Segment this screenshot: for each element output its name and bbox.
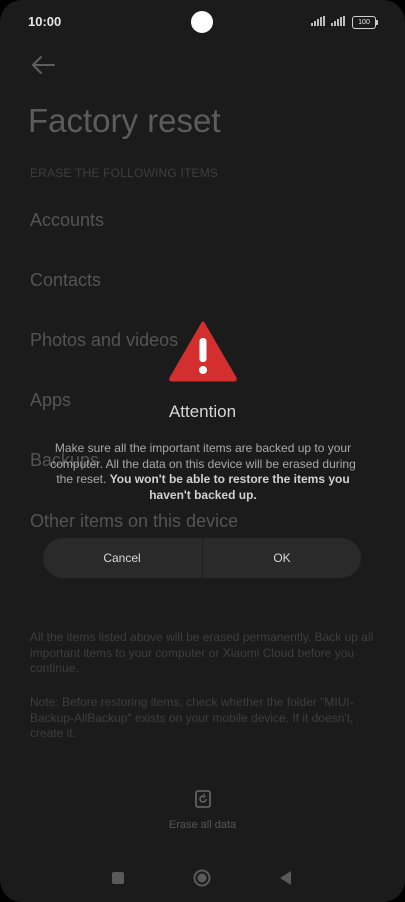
dialog-message-bold: You won't be able to restore the items y… (109, 472, 350, 502)
cancel-button[interactable]: Cancel (43, 538, 201, 578)
dialog-title: Attention (168, 402, 237, 421)
dialog-message: Make sure all the important items are ba… (44, 441, 362, 503)
ok-button[interactable]: OK (203, 538, 361, 578)
phone-screen: 10:00 100 Factory reset ERASE THE FOLLOW… (0, 0, 405, 902)
dialog-buttons: Cancel OK (43, 538, 361, 578)
attention-dialog: Attention Make sure all the important it… (0, 0, 405, 902)
warning-triangle-icon (169, 321, 237, 382)
